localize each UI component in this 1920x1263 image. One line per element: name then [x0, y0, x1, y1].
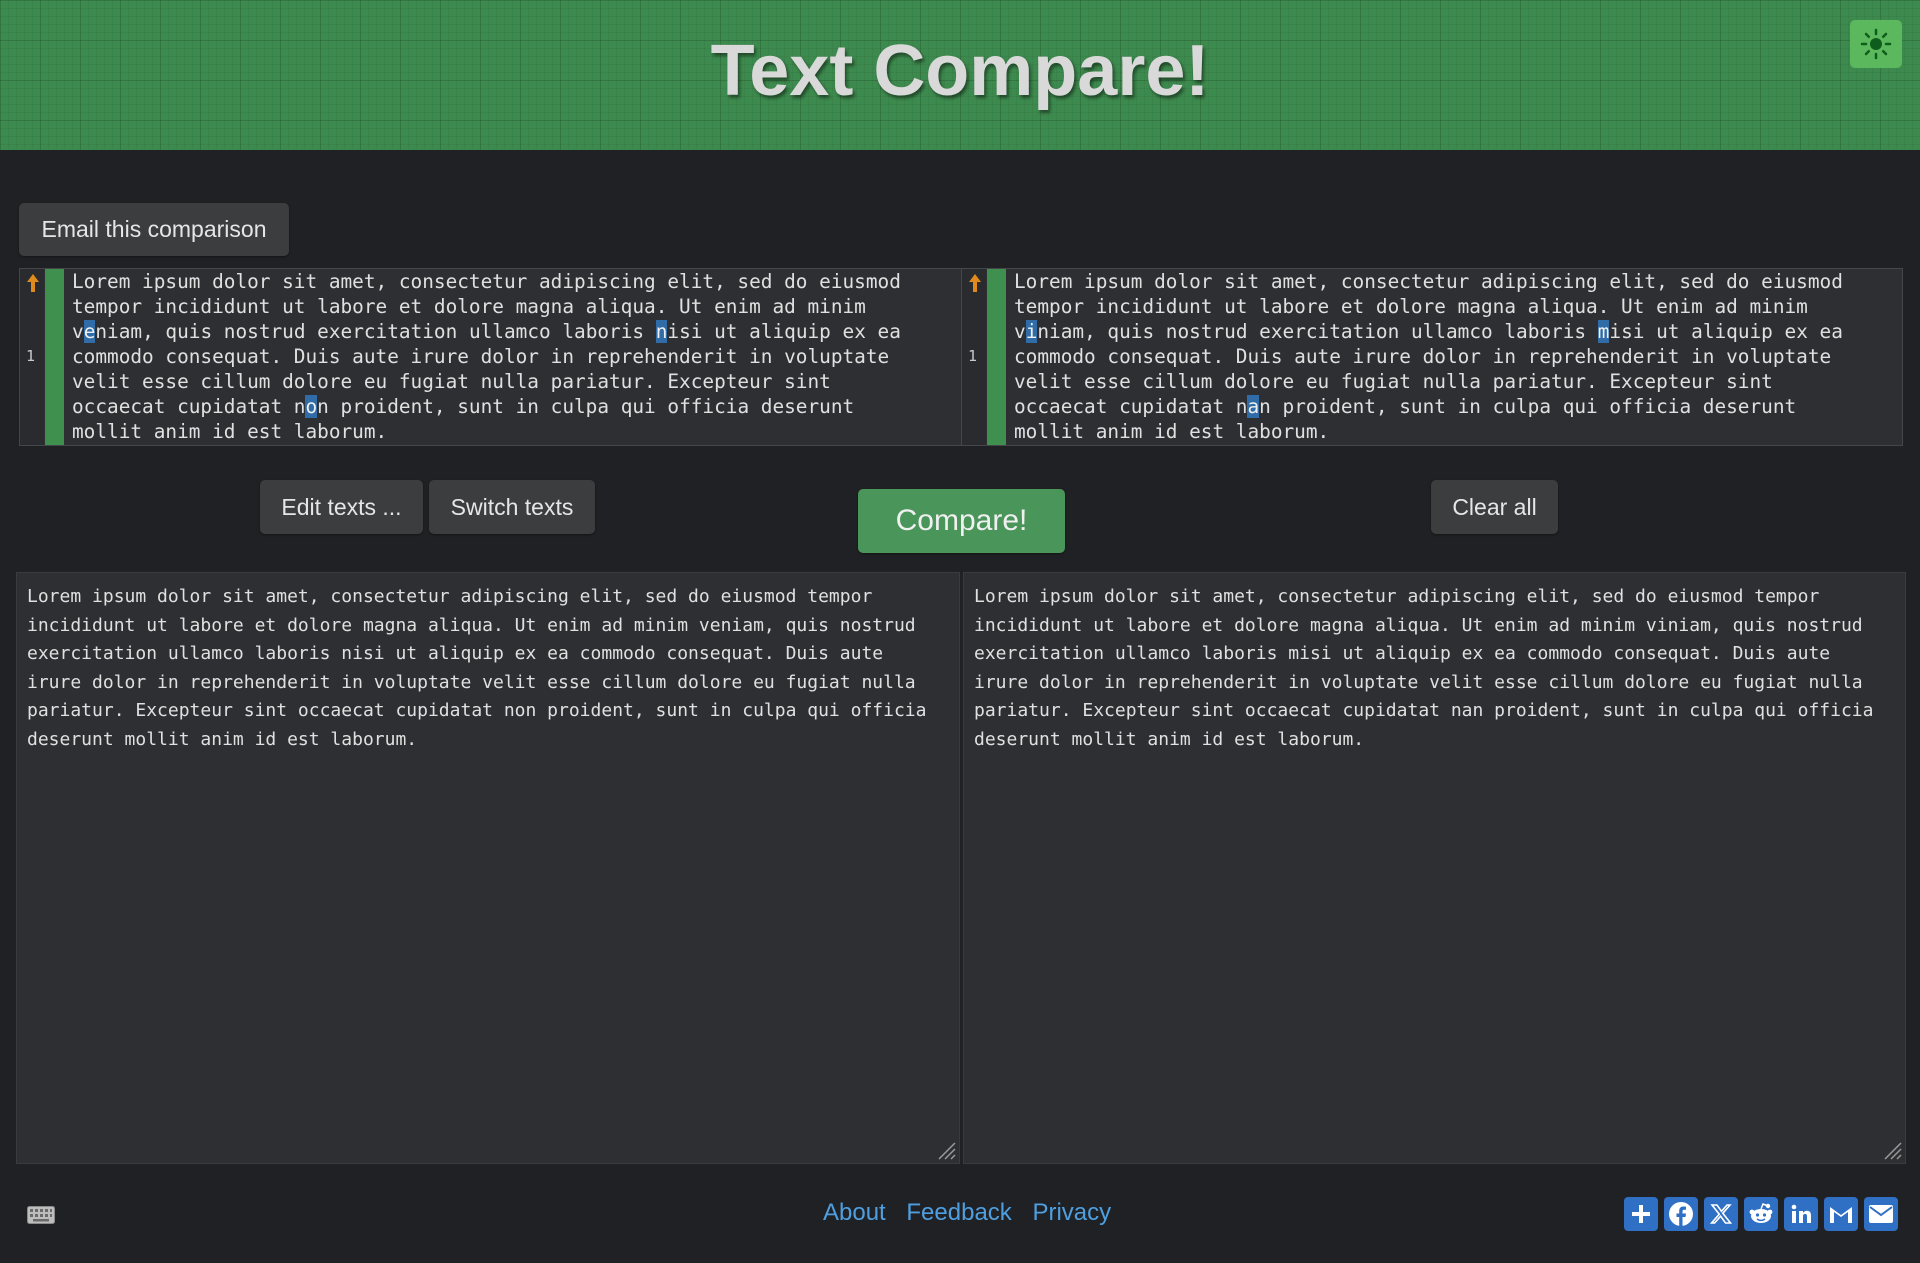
- diff-text-segment: tempor incididunt ut labore et dolore ma…: [1014, 295, 1808, 318]
- resize-handle-icon[interactable]: [1881, 1139, 1903, 1161]
- diff-panel-right: 1 Lorem ipsum dolor sit amet, consectetu…: [961, 268, 1903, 446]
- diff-text-segment: isi ut aliquip ex ea: [1609, 320, 1843, 343]
- diff-change-highlight: i: [1025, 320, 1038, 343]
- diff-text-right: Lorem ipsum dolor sit amet, consectetur …: [1014, 269, 1843, 444]
- feedback-link[interactable]: Feedback: [906, 1199, 1011, 1226]
- diff-line: Lorem ipsum dolor sit amet, consectetur …: [72, 270, 901, 293]
- diff-line: tempor incididunt ut labore et dolore ma…: [72, 295, 866, 318]
- edit-texts-button[interactable]: Edit texts ...: [260, 480, 423, 534]
- arrow-up-icon[interactable]: [26, 273, 40, 293]
- compare-button[interactable]: Compare!: [858, 489, 1065, 553]
- diff-change-bar: [45, 269, 64, 445]
- resize-handle-icon[interactable]: [935, 1139, 957, 1161]
- right-editor-text[interactable]: Lorem ipsum dolor sit amet, consectetur …: [974, 583, 1904, 755]
- theme-toggle-button[interactable]: [1850, 20, 1902, 68]
- diff-text-segment: Lorem ipsum dolor sit amet, consectetur …: [72, 270, 901, 293]
- share-reddit-button[interactable]: [1744, 1197, 1778, 1231]
- diff-text-segment: occaecat cupidatat n: [72, 395, 306, 418]
- diff-line: viniam, quis nostrud exercitation ullamc…: [1014, 320, 1843, 343]
- diff-line: tempor incididunt ut labore et dolore ma…: [1014, 295, 1808, 318]
- share-email-button[interactable]: [1864, 1197, 1898, 1231]
- linkedin-icon: [1791, 1204, 1811, 1223]
- diff-text-segment: niam, quis nostrud exercitation ullamco …: [1037, 320, 1598, 343]
- diff-line: mollit anim id est laborum.: [1014, 420, 1329, 443]
- page-title: Text Compare!: [710, 31, 1210, 111]
- left-editor-text[interactable]: Lorem ipsum dolor sit amet, consectetur …: [27, 583, 957, 755]
- sun-icon: [1860, 28, 1892, 60]
- share-plus-button[interactable]: [1624, 1197, 1658, 1231]
- diff-line: veniam, quis nostrud exercitation ullamc…: [72, 320, 901, 343]
- email-comparison-button[interactable]: Email this comparison: [19, 203, 289, 256]
- diff-text-segment: Lorem ipsum dolor sit amet, consectetur …: [1014, 270, 1843, 293]
- share-gmail-button[interactable]: [1824, 1197, 1858, 1231]
- diff-text-segment: mollit anim id est laborum.: [1014, 420, 1330, 443]
- diff-text-left: Lorem ipsum dolor sit amet, consectetur …: [72, 269, 901, 444]
- share-linkedin-button[interactable]: [1784, 1197, 1818, 1231]
- plus-icon: [1632, 1205, 1650, 1223]
- diff-gutter: 1: [962, 269, 986, 445]
- diff-panel-left: 1 Lorem ipsum dolor sit amet, consectetu…: [19, 268, 962, 446]
- share-x-button[interactable]: [1704, 1197, 1738, 1231]
- line-number: 1: [26, 347, 36, 365]
- left-text-editor[interactable]: Lorem ipsum dolor sit amet, consectetur …: [16, 572, 960, 1164]
- diff-line: occaecat cupidatat nan proident, sunt in…: [1014, 395, 1796, 418]
- clear-all-button[interactable]: Clear all: [1431, 480, 1558, 534]
- switch-texts-button[interactable]: Switch texts: [429, 480, 595, 534]
- diff-line: velit esse cillum dolore eu fugiat nulla…: [72, 370, 831, 393]
- right-text-editor[interactable]: Lorem ipsum dolor sit amet, consectetur …: [963, 572, 1906, 1164]
- diff-line: Lorem ipsum dolor sit amet, consectetur …: [1014, 270, 1843, 293]
- diff-text-segment: velit esse cillum dolore eu fugiat nulla…: [72, 370, 831, 393]
- share-facebook-button[interactable]: [1664, 1197, 1698, 1231]
- diff-change-highlight: e: [83, 320, 96, 343]
- keyboard-icon[interactable]: [27, 1206, 55, 1224]
- x-icon: [1709, 1204, 1733, 1224]
- gmail-icon: [1830, 1207, 1852, 1223]
- line-number: 1: [968, 347, 978, 365]
- footer-nav: About Feedback Privacy: [823, 1199, 1111, 1227]
- diff-text-segment: v: [72, 320, 84, 343]
- diff-change-highlight: o: [305, 395, 318, 418]
- diff-text-segment: tempor incididunt ut labore et dolore ma…: [72, 295, 866, 318]
- diff-line: commodo consequat. Duis aute irure dolor…: [1014, 345, 1831, 368]
- privacy-link[interactable]: Privacy: [1032, 1199, 1111, 1226]
- reddit-icon: [1749, 1203, 1773, 1223]
- about-link[interactable]: About: [823, 1199, 886, 1226]
- diff-change-highlight: m: [1597, 320, 1610, 343]
- diff-change-highlight: a: [1247, 395, 1260, 418]
- diff-change-bar: [987, 269, 1006, 445]
- diff-line: mollit anim id est laborum.: [72, 420, 387, 443]
- diff-text-segment: occaecat cupidatat n: [1014, 395, 1248, 418]
- diff-text-segment: mollit anim id est laborum.: [72, 420, 388, 443]
- diff-text-segment: v: [1014, 320, 1026, 343]
- header-banner: Text Compare!: [0, 0, 1920, 150]
- diff-text-segment: isi ut aliquip ex ea: [667, 320, 901, 343]
- facebook-icon: [1669, 1202, 1693, 1226]
- arrow-up-icon[interactable]: [968, 273, 982, 293]
- diff-line: velit esse cillum dolore eu fugiat nulla…: [1014, 370, 1773, 393]
- diff-text-segment: commodo consequat. Duis aute irure dolor…: [72, 345, 890, 368]
- diff-line: commodo consequat. Duis aute irure dolor…: [72, 345, 889, 368]
- diff-gutter: 1: [20, 269, 44, 445]
- diff-text-segment: n proident, sunt in culpa qui officia de…: [317, 395, 855, 418]
- diff-text-segment: niam, quis nostrud exercitation ullamco …: [95, 320, 656, 343]
- diff-text-segment: velit esse cillum dolore eu fugiat nulla…: [1014, 370, 1773, 393]
- diff-text-segment: n proident, sunt in culpa qui officia de…: [1259, 395, 1797, 418]
- diff-line: occaecat cupidatat non proident, sunt in…: [72, 395, 854, 418]
- diff-change-highlight: n: [655, 320, 668, 343]
- diff-text-segment: commodo consequat. Duis aute irure dolor…: [1014, 345, 1832, 368]
- email-icon: [1869, 1205, 1893, 1223]
